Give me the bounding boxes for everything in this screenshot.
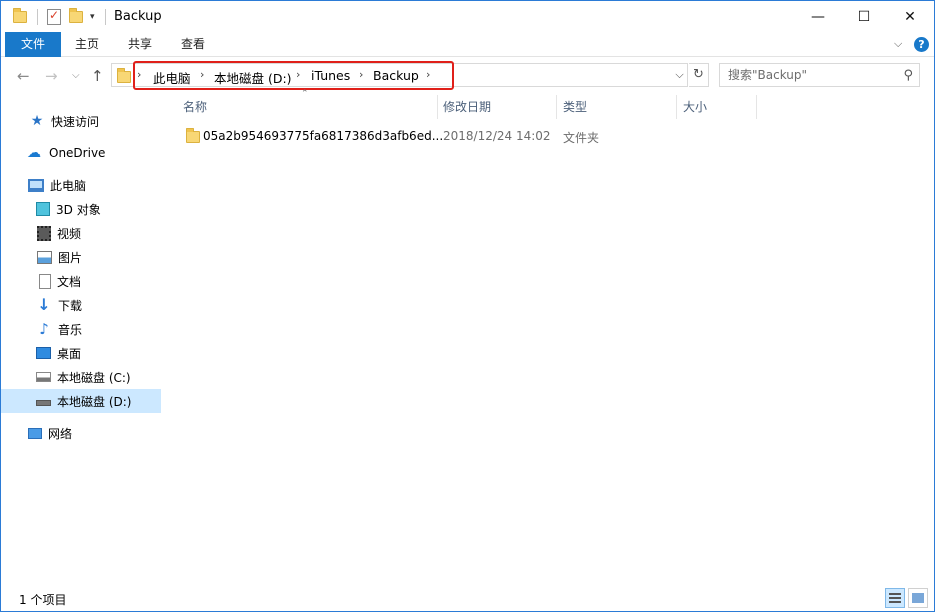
sidebar-item-label: 文档 [57, 274, 82, 289]
refresh-icon[interactable]: ↻ [689, 63, 709, 87]
sidebar-item-documents[interactable]: 文档 [1, 269, 161, 293]
sidebar-item-label: 本地磁盘 (D:) [57, 394, 132, 409]
file-modified-date: 2018/12/24 14:02 [443, 129, 551, 143]
picture-icon [37, 250, 52, 264]
recent-locations-chevron-icon[interactable]: ⌵ [72, 70, 80, 81]
sidebar-item-local-disk-c[interactable]: 本地磁盘 (C:) [1, 365, 161, 389]
cube-icon [36, 202, 50, 216]
divider [37, 9, 38, 25]
cloud-icon: ☁ [27, 145, 41, 161]
download-icon: ↓ [37, 295, 51, 314]
file-name[interactable]: 05a2b954693775fa6817386d3afb6ed... [203, 129, 443, 143]
divider [105, 9, 106, 25]
status-bar: 1 个项目 [1, 585, 934, 611]
search-box[interactable]: ⚲ [719, 63, 920, 87]
details-view-icon[interactable] [885, 588, 905, 608]
network-icon [28, 427, 42, 439]
drive-icon [36, 400, 51, 406]
sidebar-item-label: 本地磁盘 (C:) [57, 370, 131, 385]
back-arrow-icon[interactable]: ← [17, 67, 30, 85]
sidebar-item-label: 下载 [58, 298, 83, 313]
sidebar-item-label: 3D 对象 [56, 202, 101, 217]
sidebar-item-network[interactable]: 网络 [1, 421, 161, 445]
column-header-type[interactable]: 类型 [557, 95, 677, 121]
explorer-window: ▾ Backup — ☐ ✕ 文件 主页 共享 查看 ⌵ ? ← → ⌵ ↑ ›… [0, 0, 935, 612]
sidebar-item-downloads[interactable]: ↓ 下载 [1, 293, 161, 317]
sidebar-item-3d-objects[interactable]: 3D 对象 [1, 197, 161, 221]
sidebar-item-label: 视频 [57, 226, 82, 241]
up-arrow-icon[interactable]: ↑ [91, 67, 104, 85]
sidebar-item-quick-access[interactable]: ★ 快速访问 [1, 109, 161, 133]
folder-icon [117, 68, 131, 83]
sidebar-item-label: 网络 [48, 426, 73, 441]
chevron-down-icon[interactable]: ⌵ [894, 37, 902, 51]
music-icon: ♪ [39, 320, 49, 338]
column-header-name[interactable]: 名称 [177, 95, 437, 121]
sidebar-item-videos[interactable]: 视频 [1, 221, 161, 245]
ribbon-tabs: 文件 主页 共享 查看 ⌵ ? [1, 32, 934, 57]
new-folder-icon[interactable] [69, 8, 83, 26]
folder-icon [186, 128, 200, 143]
sidebar-item-local-disk-d[interactable]: 本地磁盘 (D:) [1, 389, 161, 413]
item-count: 1 个项目 [19, 593, 67, 607]
address-dropdown-icon[interactable]: ⌵ [671, 63, 688, 87]
tab-home[interactable]: 主页 [63, 32, 111, 57]
sidebar-item-label: 桌面 [57, 346, 82, 361]
file-row[interactable]: 05a2b954693775fa6817386d3afb6ed... 2018/… [177, 125, 897, 147]
sidebar-item-desktop[interactable]: 桌面 [1, 341, 161, 365]
sidebar-item-label: 快速访问 [51, 114, 100, 129]
sidebar-item-pictures[interactable]: 图片 [1, 245, 161, 269]
large-icons-view-icon[interactable] [908, 588, 928, 608]
window-title: Backup [114, 9, 162, 24]
column-header-size[interactable]: 大小 [677, 95, 757, 121]
desktop-icon [36, 347, 51, 359]
path-highlight-box [133, 61, 454, 90]
sidebar-item-label: 音乐 [58, 322, 83, 337]
navigation-pane: ★ 快速访问 ☁ OneDrive 此电脑 3D 对象 视频 图片 文档 ↓ 下… [1, 95, 161, 585]
folder-icon [13, 8, 27, 26]
tab-share[interactable]: 共享 [115, 32, 165, 57]
search-input[interactable] [720, 64, 900, 86]
sidebar-item-onedrive[interactable]: ☁ OneDrive [1, 141, 161, 165]
drive-icon [36, 372, 51, 382]
column-header-modified[interactable]: 修改日期 [437, 95, 557, 121]
close-button[interactable]: ✕ [887, 1, 933, 32]
file-type: 文件夹 [563, 131, 600, 145]
sidebar-item-label: OneDrive [49, 146, 106, 160]
document-icon [39, 273, 51, 289]
video-icon [37, 225, 51, 241]
title-bar: ▾ Backup — ☐ ✕ [1, 1, 934, 32]
sidebar-item-label: 图片 [58, 250, 83, 265]
sidebar-item-label: 此电脑 [50, 178, 87, 193]
forward-arrow-icon[interactable]: → [45, 67, 58, 85]
sidebar-item-music[interactable]: ♪ 音乐 [1, 317, 161, 341]
star-icon: ★ [30, 113, 44, 129]
column-divider[interactable] [756, 95, 757, 119]
tab-view[interactable]: 查看 [169, 32, 217, 57]
tab-file[interactable]: 文件 [5, 32, 61, 57]
sidebar-item-this-pc[interactable]: 此电脑 [1, 173, 161, 197]
properties-icon[interactable] [47, 8, 61, 26]
search-icon[interactable]: ⚲ [903, 68, 913, 83]
customize-quick-access-icon[interactable]: ▾ [90, 8, 95, 26]
help-icon[interactable]: ? [914, 37, 929, 52]
minimize-button[interactable]: — [795, 1, 841, 32]
maximize-button[interactable]: ☐ [841, 1, 887, 32]
computer-icon [28, 178, 44, 192]
